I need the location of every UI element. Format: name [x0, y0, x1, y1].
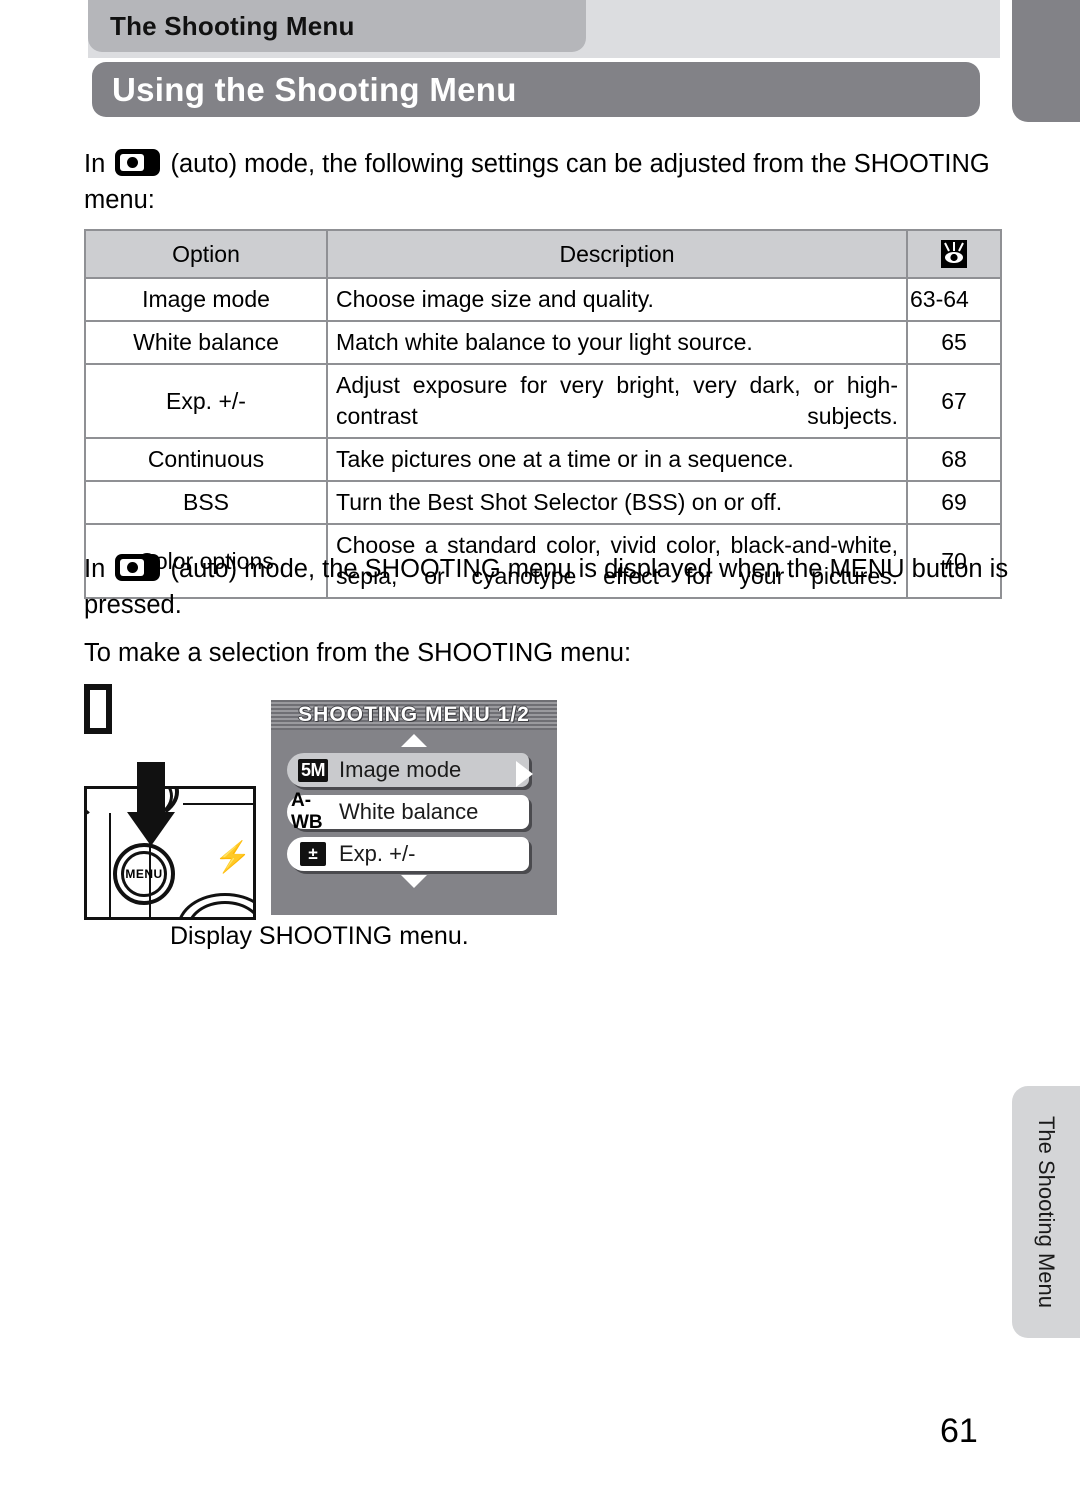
row-reference: 67 [906, 363, 1002, 439]
intro-text-before: In [84, 150, 106, 178]
menu-paragraph: In (auto) mode, the SHOOTING menu is dis… [84, 551, 1046, 623]
auto-mode-camera-icon [115, 149, 161, 176]
table-header-description: Description [326, 229, 908, 279]
row-reference: 63-64 [906, 277, 1002, 322]
chevron-right-icon [516, 761, 533, 787]
lcd-item-white-balance[interactable]: A-WB White balance [287, 790, 529, 833]
menu-text-before: In [84, 555, 106, 583]
selection-paragraph: To make a selection from the SHOOTING me… [84, 639, 632, 667]
lcd-screen: SHOOTING MENU 1/2 5M Image mode A-WB Whi… [271, 700, 557, 915]
running-head-label: The Shooting Menu [110, 10, 355, 41]
row-option: Image mode [84, 277, 328, 322]
row-description: Choose image size and quality. [326, 277, 908, 322]
intro-paragraph: In (auto) mode, the following settings c… [84, 146, 1044, 218]
row-reference: 68 [906, 437, 1002, 482]
lcd-item-label: White balance [339, 799, 479, 824]
auto-mode-camera-icon [115, 554, 161, 581]
table-row: BSS Turn the Best Shot Selector (BSS) on… [84, 480, 1002, 525]
lcd-item-label: Exp. +/- [339, 841, 416, 866]
running-head-tab: The Shooting Menu [88, 0, 586, 52]
table-header-reference [906, 229, 1002, 279]
shooting-menu-options-table: Option Description Image mode Choose ima… [84, 229, 1002, 599]
row-description: Adjust exposure for very bright, very da… [326, 363, 908, 439]
camera-back-illustration: MENU ⚡ [84, 786, 256, 920]
white-balance-badge-icon: A-WB [291, 790, 323, 833]
lcd-title-label: SHOOTING MENU 1/2 [298, 703, 530, 726]
table-row: Continuous Take pictures one at a time o… [84, 437, 1002, 482]
row-description: Take pictures one at a time or in a sequ… [326, 437, 908, 482]
row-description: Turn the Best Shot Selector (BSS) on or … [326, 480, 908, 525]
lcd-menu-row: 5M Image mode [283, 751, 545, 789]
lcd-menu-row: ± Exp. +/- [283, 835, 545, 873]
lcd-item-image-mode[interactable]: 5M Image mode [287, 753, 533, 787]
body-edge-line [109, 813, 111, 917]
scroll-down-arrow-icon [401, 875, 427, 888]
body-top-line [183, 803, 253, 805]
thumb-index-tab-top [1012, 0, 1080, 122]
lcd-item-label: Image mode [339, 757, 462, 782]
lcd-item-exposure-comp[interactable]: ± Exp. +/- [287, 837, 529, 871]
section-title-bar: Using the Shooting Menu [92, 62, 980, 117]
table-row: Exp. +/- Adjust exposure for very bright… [84, 363, 1002, 439]
row-option: Exp. +/- [84, 363, 328, 439]
menu-button[interactable]: MENU [113, 843, 175, 905]
row-option: White balance [84, 320, 328, 365]
image-mode-badge-icon: 5M [291, 758, 335, 782]
step-number-box [84, 684, 112, 734]
scroll-up-arrow-icon [401, 734, 427, 747]
thumb-index-tab-side: The Shooting Menu [1012, 1086, 1080, 1338]
page-title: Using the Shooting Menu [112, 70, 517, 108]
flash-bolt-icon: ⚡ [214, 841, 252, 874]
intro-text-after: (auto) mode, the following settings can … [84, 150, 990, 214]
exposure-compensation-badge-icon: ± [291, 842, 335, 866]
reference-eye-icon [941, 240, 967, 269]
row-reference: 69 [906, 480, 1002, 525]
menu-button-label: MENU [121, 851, 167, 897]
menu-text-after: (auto) mode, the SHOOTING menu is displa… [84, 555, 1009, 619]
page-number: 61 [940, 1412, 978, 1450]
table-row: White balance Match white balance to you… [84, 320, 1002, 365]
table-header-option: Option [84, 229, 328, 279]
step-caption: Display SHOOTING menu. [170, 922, 469, 950]
table-header-row: Option Description [84, 229, 1002, 279]
document-page: The Shooting Menu Using the Shooting Men… [0, 0, 1080, 1486]
row-reference: 65 [906, 320, 1002, 365]
table-row: Image mode Choose image size and quality… [84, 277, 1002, 322]
row-option: Continuous [84, 437, 328, 482]
row-option: BSS [84, 480, 328, 525]
table-body: Image mode Choose image size and quality… [84, 277, 1002, 599]
lcd-menu-row: A-WB White balance [283, 790, 545, 833]
thumb-index-label: The Shooting Menu [1034, 1115, 1059, 1309]
row-description: Match white balance to your light source… [326, 320, 908, 365]
lcd-title-bar: SHOOTING MENU 1/2 [271, 700, 557, 730]
